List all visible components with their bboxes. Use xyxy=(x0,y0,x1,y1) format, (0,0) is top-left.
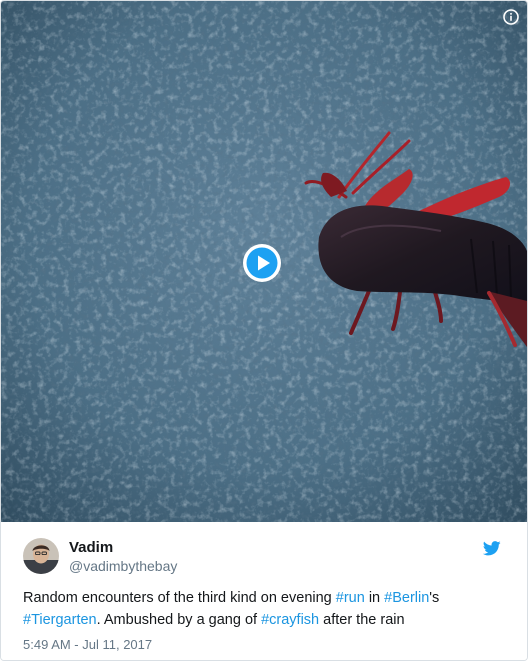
tweet-text-segment: Random encounters of the third kind on e… xyxy=(23,590,336,606)
hashtag-tiergarten-link[interactable]: #Tiergarten xyxy=(23,612,97,628)
hashtag-berlin-link[interactable]: #Berlin xyxy=(384,590,429,606)
video-thumbnail[interactable] xyxy=(1,1,527,522)
tweet-timestamp[interactable]: 5:49 AM - Jul 11, 2017 xyxy=(23,637,152,652)
tweet-text-line-2: #Tiergarten. Ambushed by a gang of #cray… xyxy=(23,609,503,631)
tweet-text: Random encounters of the third kind on e… xyxy=(23,587,503,631)
hashtag-crayfish-link[interactable]: #crayfish xyxy=(261,612,319,628)
tweet-text-segment: 's xyxy=(429,590,440,606)
tweet-text-segment: in xyxy=(364,590,385,606)
author-display-name[interactable]: Vadim xyxy=(69,539,113,556)
hashtag-run-link[interactable]: #run xyxy=(336,590,365,606)
info-icon[interactable] xyxy=(503,9,519,25)
embedded-tweet-card: Vadim @vadimbythebay Random encounters o… xyxy=(0,0,528,661)
author-handle[interactable]: @vadimbythebay xyxy=(69,558,177,574)
twitter-bird-icon[interactable] xyxy=(482,541,501,556)
tweet-body: Vadim @vadimbythebay Random encounters o… xyxy=(1,522,527,660)
tweet-text-line-1: Random encounters of the third kind on e… xyxy=(23,587,503,609)
tweet-text-segment: after the rain xyxy=(319,612,405,628)
play-button[interactable] xyxy=(241,242,283,284)
play-icon xyxy=(243,244,281,282)
tweet-text-segment: . Ambushed by a gang of xyxy=(96,612,262,628)
avatar[interactable] xyxy=(23,538,59,574)
